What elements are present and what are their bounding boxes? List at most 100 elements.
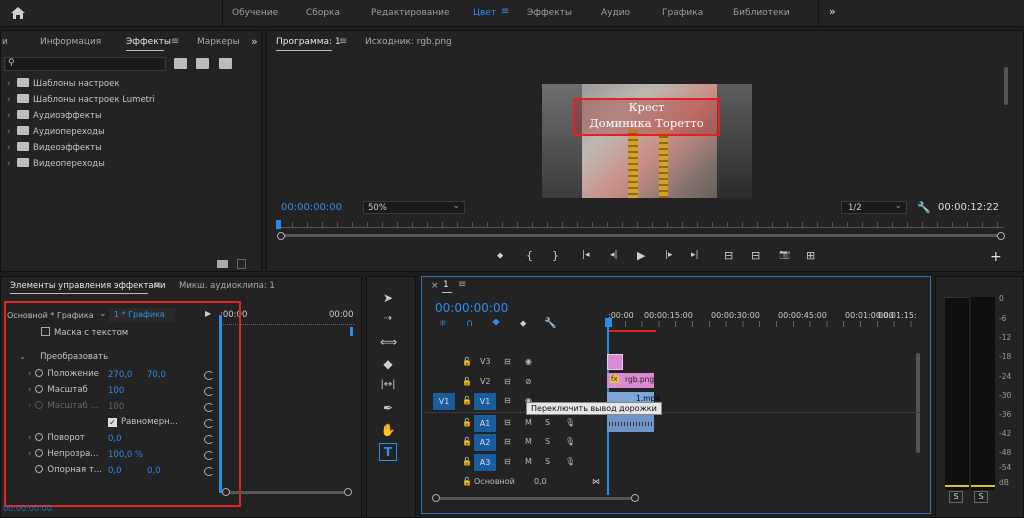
mark-out-icon[interactable]: }	[552, 249, 559, 262]
reset-icon[interactable]	[204, 387, 214, 396]
stopwatch-icon[interactable]	[35, 449, 44, 457]
reset-icon[interactable]	[204, 371, 214, 380]
play-icon[interactable]: ▶	[637, 249, 645, 262]
tab-markers[interactable]: Маркеры	[197, 37, 240, 47]
accelerated-effects-icon[interactable]	[174, 58, 187, 69]
lock-icon[interactable]: 🔓	[462, 437, 472, 446]
mask-with-text-row[interactable]: Маска с текстом	[41, 327, 128, 342]
tab-effect-controls[interactable]: Элементы управления эффектами	[10, 281, 166, 291]
uniform-scale-row[interactable]: ✓ Равномерн...	[108, 417, 178, 432]
mark-in-icon[interactable]: {	[526, 249, 533, 262]
solo-left-button[interactable]: S	[949, 491, 963, 503]
playhead-marker[interactable]	[276, 220, 281, 229]
workspace-audio[interactable]: Аудио	[601, 8, 630, 18]
track-target-a2[interactable]: A2	[474, 434, 496, 451]
mute-button[interactable]: M	[525, 437, 532, 446]
pen-tool-icon[interactable]: ✒	[380, 401, 396, 417]
marker-icon[interactable]: ⬥	[520, 319, 526, 329]
workspace-assembly[interactable]: Сборка	[306, 8, 340, 18]
microphone-icon[interactable]: 🎙	[565, 418, 575, 427]
slip-tool-icon[interactable]: |↔|	[380, 379, 396, 395]
timeline-vscroll[interactable]	[916, 353, 920, 453]
zoom-select[interactable]: 50% ⌄	[363, 201, 465, 214]
more-panels-icon[interactable]: »	[251, 35, 258, 48]
hand-tool-icon[interactable]: ✋	[380, 423, 396, 439]
reset-icon[interactable]	[204, 451, 214, 460]
sync-lock-icon[interactable]: ⊟	[504, 457, 511, 466]
go-to-end-icon[interactable]: ⋈	[592, 477, 600, 486]
chevron-right-icon[interactable]: ›	[28, 369, 31, 379]
anchor-x-value[interactable]: 0,0	[108, 466, 122, 476]
close-icon[interactable]: ×	[431, 281, 439, 291]
stopwatch-icon[interactable]	[35, 385, 44, 393]
chevron-right-icon[interactable]: ›	[28, 385, 31, 395]
tree-item-presets[interactable]: › Шаблоны настроек	[7, 78, 120, 92]
add-marker-icon[interactable]: ⬥	[497, 251, 503, 261]
timeline-menu-icon[interactable]: ≡	[458, 279, 466, 290]
stopwatch-icon[interactable]	[35, 369, 44, 377]
sync-lock-icon[interactable]: ⊟	[504, 396, 511, 405]
opacity-value[interactable]: 100,0 %	[108, 450, 143, 460]
timeline-timecode[interactable]: 00:00:00:00	[435, 301, 508, 315]
lock-icon[interactable]: 🔓	[462, 477, 472, 486]
title-graphic-box[interactable]: Крест Доминика Торетто	[573, 98, 720, 136]
timeline-ruler[interactable]	[608, 321, 917, 327]
stopwatch-icon[interactable]	[35, 465, 44, 473]
eye-off-icon[interactable]: ⊘	[525, 377, 532, 386]
settings-wrench-icon[interactable]: 🔧	[544, 318, 556, 329]
go-to-out-icon[interactable]: ▸|	[691, 250, 699, 260]
workspace-effects[interactable]: Эффекты	[527, 8, 572, 18]
add-marker-tl-icon[interactable]: ⯁	[492, 318, 500, 329]
monitor-vscroll[interactable]	[1004, 67, 1008, 105]
linked-selection-icon[interactable]: ∩	[466, 318, 473, 329]
solo-button[interactable]: S	[545, 418, 550, 427]
32bit-effects-icon[interactable]	[196, 58, 209, 69]
tab-info-cut[interactable]: и	[2, 37, 8, 47]
lift-icon[interactable]: ⊟	[724, 249, 733, 262]
wrench-icon[interactable]: 🔧	[917, 201, 931, 214]
workspace-libraries[interactable]: Библиотеки	[733, 8, 790, 18]
ripple-edit-tool-icon[interactable]: ⟺	[380, 335, 397, 351]
compare-icon[interactable]: ⊞	[806, 249, 815, 262]
step-forward-icon[interactable]: |▸	[665, 250, 673, 260]
snap-icon[interactable]: ⁜	[439, 319, 447, 329]
eye-icon[interactable]: ◉	[525, 357, 532, 366]
mask-checkbox[interactable]	[41, 327, 50, 336]
add-button-icon[interactable]: +	[990, 249, 1002, 265]
tab-program[interactable]: Программа: 1	[276, 37, 341, 47]
solo-right-button[interactable]: S	[974, 491, 988, 503]
tab-sequence[interactable]: 1	[443, 280, 449, 290]
resolution-select[interactable]: 1/2 ⌄	[841, 201, 907, 214]
position-x-value[interactable]: 270,0	[108, 370, 132, 380]
anchor-y-value[interactable]: 0,0	[147, 466, 161, 476]
chevron-right-icon[interactable]: ›	[28, 433, 31, 443]
solo-button[interactable]: S	[545, 437, 550, 446]
camera-icon[interactable]: 📷	[779, 250, 790, 260]
tab-source[interactable]: Исходник: rgb.png	[365, 37, 452, 47]
microphone-icon[interactable]: 🎙	[565, 437, 575, 446]
lock-icon[interactable]: 🔓	[462, 418, 472, 427]
microphone-icon[interactable]: 🎙	[565, 457, 575, 466]
uniform-scale-checkbox[interactable]: ✓	[108, 418, 117, 427]
sync-lock-icon[interactable]: ⊟	[504, 377, 511, 386]
workspace-menu-icon[interactable]: ≡	[501, 6, 509, 17]
sync-lock-icon[interactable]: ⊟	[504, 418, 511, 427]
timeline-playhead-marker[interactable]	[605, 318, 612, 327]
workspace-graphics[interactable]: Графика	[662, 8, 703, 18]
workspace-learning[interactable]: Обучение	[232, 8, 278, 18]
ec-hscroll[interactable]	[226, 491, 350, 494]
track-target-v1[interactable]: V1	[474, 393, 496, 410]
track-select-tool-icon[interactable]: ⇢	[380, 313, 396, 329]
mute-button[interactable]: M	[525, 418, 532, 427]
program-timecode[interactable]: 00:00:00:00	[281, 202, 342, 213]
razor-tool-icon[interactable]: ◆	[380, 357, 396, 373]
program-menu-icon[interactable]: ≡	[339, 36, 347, 47]
rotation-value[interactable]: 0,0	[108, 434, 122, 444]
sync-lock-icon[interactable]: ⊟	[504, 437, 511, 446]
workspace-color[interactable]: Цвет	[473, 8, 496, 18]
tab-effects[interactable]: Эффекты	[126, 37, 171, 47]
track-target-a3[interactable]: A3	[474, 454, 496, 471]
tree-item-audio-transitions[interactable]: › Аудиопереходы	[7, 126, 105, 140]
track-target-a1[interactable]: A1	[474, 415, 496, 432]
selection-tool-icon[interactable]: ➤	[380, 291, 396, 307]
